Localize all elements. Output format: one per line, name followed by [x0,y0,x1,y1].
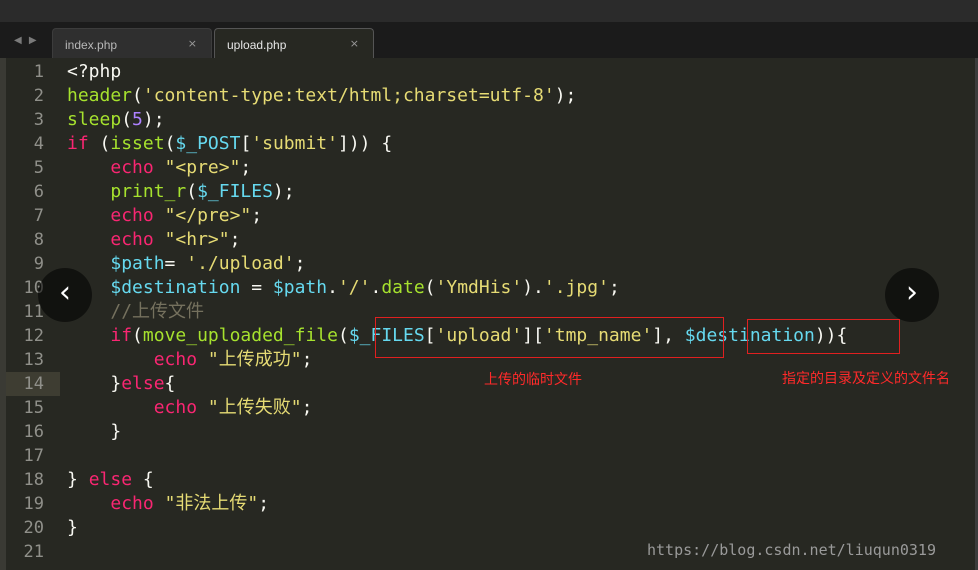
line-number: 18 [23,470,44,490]
close-icon[interactable]: × [350,37,359,50]
code-text[interactable]: echo "非法上传"; [67,492,269,516]
code-line[interactable]: 3 sleep(5); [0,108,975,132]
code-text[interactable]: header('content-type:text/html;charset=u… [67,84,576,108]
tab-index-php[interactable]: index.php × [52,28,212,58]
line-number: 9 [33,254,44,274]
code-text[interactable]: $destination = $path.'/'.date('YmdHis').… [67,276,619,300]
window-top-strip [0,0,978,23]
code-text[interactable]: <?php [67,60,121,84]
tab-label: upload.php [227,38,287,52]
code-text[interactable]: $path= './upload'; [67,252,305,276]
watermark: https://blog.csdn.net/liuqun0319 [647,541,936,559]
code-line[interactable]: 4 if (isset($_POST['submit'])) { [0,132,975,156]
line-number: 21 [23,542,44,562]
line-number: 12 [23,326,44,346]
annotation-box-tmp-name [375,317,724,358]
code-text[interactable]: echo "上传失败"; [67,396,313,420]
line-number: 15 [23,398,44,418]
code-text[interactable]: } [67,516,78,540]
tab-bar: ◀ ▶ index.php × upload.php × [0,22,978,58]
prev-arrow-icon[interactable]: ‹ [38,268,92,322]
annotation-destination: 指定的目录及定义的文件名 [782,371,950,387]
line-number: 2 [33,86,44,106]
line-number: 3 [33,110,44,130]
code-text[interactable]: print_r($_FILES); [67,180,294,204]
line-number: 5 [33,158,44,178]
tab-scroll-arrows[interactable]: ◀ ▶ [14,35,39,46]
annotation-temp-file: 上传的临时文件 [484,372,582,388]
code-line[interactable]: 6 print_r($_FILES); [0,180,975,204]
line-number: 19 [23,494,44,514]
line-number: 16 [23,422,44,442]
line-number: 1 [33,62,44,82]
next-arrow-icon[interactable]: › [885,268,939,322]
line-number: 6 [33,182,44,202]
close-icon[interactable]: × [188,37,197,50]
code-line[interactable]: 16 } [0,420,975,444]
annotation-box-destination [747,319,900,354]
code-text[interactable]: echo "上传成功"; [67,348,313,372]
code-line[interactable]: 10 $destination = $path.'/'.date('YmdHis… [0,276,975,300]
code-text[interactable]: echo "</pre>"; [67,204,262,228]
code-line[interactable]: 20} [0,516,975,540]
code-text[interactable]: }else{ [67,372,175,396]
line-number: 20 [23,518,44,538]
code-line[interactable]: 15 echo "上传失败"; [0,396,975,420]
line-number: 7 [33,206,44,226]
code-text[interactable]: echo "<hr>"; [67,228,240,252]
code-line[interactable]: 17 [0,444,975,468]
code-line[interactable]: 2 header('content-type:text/html;charset=… [0,84,975,108]
code-text[interactable]: sleep(5); [67,108,165,132]
code-line[interactable]: 1 <?php [0,60,975,84]
tab-label: index.php [65,38,118,52]
tab-upload-php[interactable]: upload.php × [214,28,374,58]
code-line[interactable]: 9 $path= './upload'; [0,252,975,276]
code-line[interactable]: 19 echo "非法上传"; [0,492,975,516]
line-number: 17 [23,446,44,466]
code-text[interactable]: if (isset($_POST['submit'])) { [67,132,392,156]
code-line[interactable]: 7 echo "</pre>"; [0,204,975,228]
line-number: 13 [23,350,44,370]
code-line[interactable]: 18 } else { [0,468,975,492]
code-line[interactable]: 5 echo "<pre>"; [0,156,975,180]
code-editor[interactable]: 1 <?php 2 header('content-type:text/html;ch… [0,58,978,570]
code-text[interactable]: echo "<pre>"; [67,156,251,180]
code-text[interactable]: } else { [67,468,154,492]
line-number: 4 [33,134,44,154]
line-number: 14 [23,374,44,394]
line-number: 8 [33,230,44,250]
code-text[interactable]: } [67,420,121,444]
code-line[interactable]: 8 echo "<hr>"; [0,228,975,252]
